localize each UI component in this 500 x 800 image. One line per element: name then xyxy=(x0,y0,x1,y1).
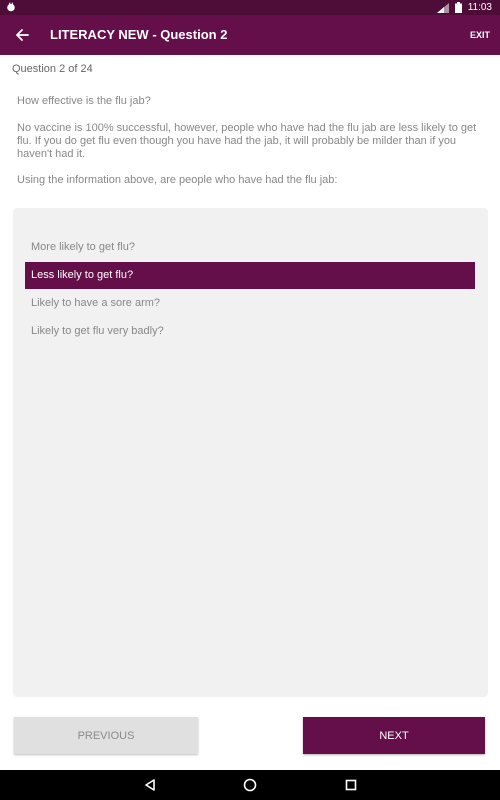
page-title: LITERACY NEW - Question 2 xyxy=(50,27,228,42)
answer-option[interactable]: Likely to get flu very badly? xyxy=(25,318,475,345)
nav-home-button[interactable] xyxy=(242,777,258,793)
question-body: No vaccine is 100% successful, however, … xyxy=(17,122,477,160)
signal-icon xyxy=(436,2,449,13)
back-button[interactable] xyxy=(8,21,36,49)
app-bar: LITERACY NEW - Question 2 EXIT xyxy=(0,15,500,55)
answer-option[interactable]: More likely to get flu? xyxy=(25,234,475,261)
android-notification-icon xyxy=(7,2,15,12)
answer-option-selected[interactable]: Less likely to get flu? xyxy=(25,262,475,289)
triangle-back-icon xyxy=(145,779,155,791)
arrow-back-icon xyxy=(16,29,29,41)
status-time: 11:03 xyxy=(467,2,492,13)
status-icons: 11:03 xyxy=(436,1,492,14)
system-nav-bar xyxy=(0,770,500,800)
circle-home-icon xyxy=(243,778,257,792)
battery-icon xyxy=(454,2,462,13)
nav-recents-button[interactable] xyxy=(343,777,359,793)
question-counter: Question 2 of 24 xyxy=(12,63,93,75)
exit-button[interactable]: EXIT xyxy=(470,15,490,55)
answer-option[interactable]: Likely to have a sore arm? xyxy=(25,290,475,317)
question-title: How effective is the flu jab? xyxy=(17,95,151,107)
answers-panel: More likely to get flu? Less likely to g… xyxy=(13,208,488,697)
nav-back-button[interactable] xyxy=(142,777,158,793)
previous-button[interactable]: PREVIOUS xyxy=(14,717,198,754)
square-recents-icon xyxy=(345,779,357,791)
question-prompt: Using the information above, are people … xyxy=(17,174,338,186)
status-bar: 11:03 xyxy=(0,0,500,15)
next-button[interactable]: NEXT xyxy=(303,717,485,754)
